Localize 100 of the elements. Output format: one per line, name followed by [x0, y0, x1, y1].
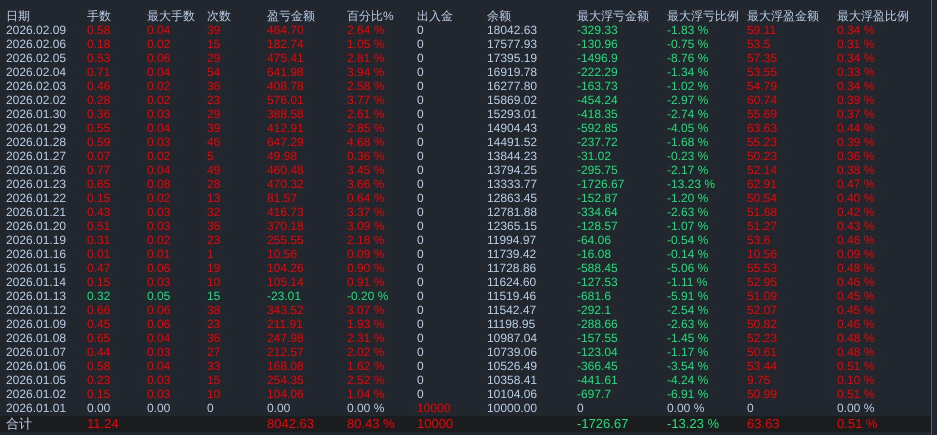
- table-cell: 0.18: [87, 37, 110, 51]
- table-cell: 23: [207, 233, 220, 247]
- table-cell: 408.78: [267, 79, 304, 93]
- table-cell: 0.58: [87, 359, 110, 373]
- table-cell: 0.45: [87, 317, 110, 331]
- column-header[interactable]: 最大浮盈比例: [837, 9, 909, 23]
- table-cell: 59.11: [747, 23, 776, 37]
- table-cell: 62.91: [747, 177, 778, 191]
- table-cell: 29: [207, 107, 220, 121]
- table-cell: 0.51 %: [837, 387, 874, 401]
- table-cell: 0.03: [147, 373, 170, 387]
- table-cell: 0: [417, 317, 424, 331]
- date-cell: 2026.01.27: [6, 149, 66, 163]
- table-cell: 0.55: [87, 121, 110, 135]
- column-header[interactable]: 百分比%: [347, 9, 394, 23]
- table-cell: 10: [207, 387, 220, 401]
- table-cell: 0.04: [147, 121, 170, 135]
- table-cell: 0.91 %: [347, 275, 384, 289]
- table-cell: -13.23 %: [667, 416, 720, 432]
- table-cell: 0.23: [87, 373, 110, 387]
- column-header[interactable]: 最大浮盈金额: [747, 9, 819, 23]
- table-cell: 10739.06: [487, 345, 538, 359]
- table-cell: 29: [207, 51, 220, 65]
- table-cell: 3.37 %: [347, 205, 384, 219]
- table-cell: -295.75: [577, 163, 618, 177]
- column-header[interactable]: 余额: [487, 9, 511, 23]
- table-cell: -1.17 %: [667, 345, 708, 359]
- column-header[interactable]: 盈亏金额: [267, 9, 315, 23]
- table-cell: 0.42 %: [837, 205, 874, 219]
- table-cell: 0: [417, 233, 424, 247]
- date-cell: 2026.01.23: [6, 177, 66, 191]
- table-cell: -1.20 %: [667, 191, 708, 205]
- table-cell: 0.46 %: [837, 233, 874, 247]
- table-cell: -123.04: [577, 345, 618, 359]
- table-cell: 0: [417, 345, 424, 359]
- table-cell: 0.34 %: [837, 23, 874, 37]
- table-cell: 0: [417, 177, 424, 191]
- table-cell: 2.58 %: [347, 79, 384, 93]
- column-header[interactable]: 出入金: [417, 9, 453, 23]
- table-cell: 11198.95: [487, 317, 536, 331]
- table-cell: 57.35: [747, 51, 778, 65]
- table-cell: 0.46 %: [837, 275, 874, 289]
- column-header[interactable]: 手数: [87, 9, 111, 23]
- table-cell: 53.44: [747, 359, 778, 373]
- column-header[interactable]: 最大浮亏金额: [577, 9, 649, 23]
- column-header[interactable]: 日期: [6, 9, 30, 23]
- table-cell: -13.23 %: [667, 177, 716, 191]
- column-header[interactable]: 最大手数: [147, 9, 195, 23]
- table-cell: 0.04: [147, 163, 170, 177]
- date-cell: 2026.01.21: [6, 205, 66, 219]
- table-cell: 0.06: [147, 303, 170, 317]
- table-cell: 39: [207, 23, 220, 37]
- table-cell: 0.00: [147, 401, 170, 415]
- column-header[interactable]: 次数: [207, 9, 231, 23]
- date-cell: 2026.01.05: [6, 373, 66, 387]
- table-cell: 460.48: [267, 163, 304, 177]
- table-cell: 254.35: [267, 373, 304, 387]
- total-label: 合计: [6, 416, 32, 432]
- table-cell: 36: [207, 219, 220, 233]
- table-cell: -441.61: [577, 373, 618, 387]
- table-cell: 1.62 %: [347, 359, 384, 373]
- column-header[interactable]: 最大浮亏比例: [667, 9, 739, 23]
- table-cell: 0.00: [267, 401, 290, 415]
- table-cell: 10000: [417, 416, 454, 432]
- table-cell: 11542.47: [487, 303, 536, 317]
- table-cell: -2.54 %: [667, 303, 708, 317]
- table-cell: 1.04 %: [347, 387, 384, 401]
- table-cell: 0.02: [147, 149, 170, 163]
- table-cell: -334.64: [577, 205, 618, 219]
- table-cell: -292.1: [577, 303, 612, 317]
- date-cell: 2026.01.29: [6, 121, 66, 135]
- table-cell: 0.59: [87, 135, 110, 149]
- table-cell: 0.08: [147, 177, 170, 191]
- table-cell: -418.35: [577, 107, 618, 121]
- table-cell: 0.48 %: [837, 345, 874, 359]
- date-cell: 2026.01.07: [6, 345, 66, 359]
- table-cell: 50.99: [747, 387, 778, 401]
- table-cell: 0.00 %: [837, 401, 874, 415]
- table-cell: 0.39 %: [837, 93, 874, 107]
- table-cell: 0: [417, 65, 424, 79]
- table-cell: 0.90 %: [347, 261, 384, 275]
- table-cell: -5.91 %: [667, 289, 708, 303]
- table-cell: 10358.41: [487, 373, 538, 387]
- table-cell: 0.44: [87, 345, 110, 359]
- table-cell: -329.33: [577, 23, 618, 37]
- table-cell: 0.15: [87, 191, 110, 205]
- table-cell: 2.61 %: [347, 107, 384, 121]
- date-cell: 2026.01.15: [6, 261, 66, 275]
- table-cell: 0.33 %: [837, 65, 874, 79]
- table-cell: 0.65: [87, 331, 110, 345]
- table-cell: -1.34 %: [667, 65, 708, 79]
- table-cell: 60.74: [747, 93, 778, 107]
- table-cell: 0.04: [147, 23, 170, 37]
- table-cell: 0.66: [87, 303, 110, 317]
- table-cell: 15293.01: [487, 107, 538, 121]
- table-cell: 11994.97: [487, 233, 536, 247]
- table-cell: -0.20 %: [347, 289, 388, 303]
- table-cell: 15: [207, 37, 220, 51]
- table-cell: 27: [207, 345, 220, 359]
- table-cell: 0: [417, 373, 424, 387]
